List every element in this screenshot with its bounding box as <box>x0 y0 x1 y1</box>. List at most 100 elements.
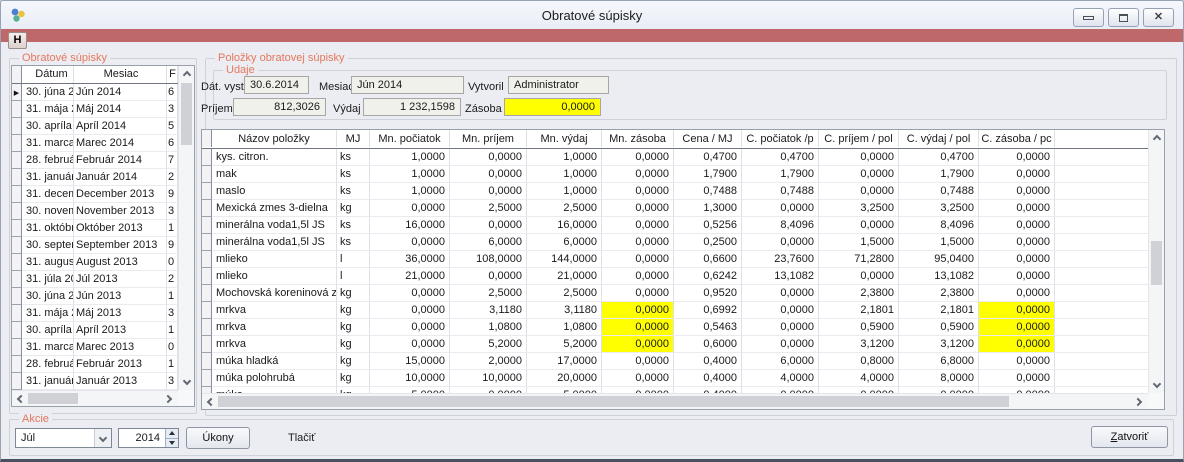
cell-prijem: 1 <box>167 288 178 305</box>
spinner-up-button[interactable] <box>165 429 178 439</box>
scrollbar-thumb[interactable] <box>181 83 192 145</box>
table-row[interactable]: 31. decembra 2013December 20139 <box>12 186 194 203</box>
table-row[interactable]: 30. apríla 2014Apríl 20145 <box>12 118 194 135</box>
month-select[interactable]: Júl <box>15 428 112 448</box>
table-row[interactable]: mrkvakg0,00001,08001,08000,00000,54630,0… <box>202 319 1164 336</box>
restore-button[interactable] <box>1108 8 1139 27</box>
row-selector <box>12 305 22 322</box>
column-header: C. počiatok /p <box>742 130 819 147</box>
chevron-left-icon <box>207 398 215 406</box>
table-cell: 1,0000 <box>370 149 450 166</box>
year-spinner[interactable]: 2014 <box>118 428 179 448</box>
cell-datum: 30. apríla 2013 <box>22 322 74 339</box>
scroll-up-button[interactable] <box>179 66 195 82</box>
cell-mesiac: Máj 2014 <box>74 101 167 118</box>
scroll-left-button[interactable] <box>202 394 218 410</box>
table-row[interactable]: 30. novembra 2013November 20133 <box>12 203 194 220</box>
table-row[interactable]: Mexická zmes 3-dielnakg0,00002,50002,500… <box>202 200 1164 217</box>
scroll-left-button[interactable] <box>12 391 28 407</box>
table-row[interactable]: mrkvakg0,00005,20005,20000,00000,60000,0… <box>202 336 1164 353</box>
table-row[interactable]: 30. apríla 2013Apríl 20131 <box>12 322 194 339</box>
table-cell: ks <box>337 217 370 234</box>
table-row[interactable]: múka polohrubákg10,000010,000020,00000,0… <box>202 370 1164 387</box>
table-row[interactable]: 31. októbra 2013Október 20131 <box>12 220 194 237</box>
table-cell: 3,1200 <box>819 336 899 353</box>
table-row[interactable]: 31. augusta 2013August 20130 <box>12 254 194 271</box>
table-cell: 1,0000 <box>527 149 602 166</box>
table-row[interactable]: mliekol21,00000,000021,00000,00000,62421… <box>202 268 1164 285</box>
akcie-group: Akcie <box>9 419 1174 456</box>
supisky-horizontal-scrollbar[interactable] <box>12 390 178 406</box>
table-row[interactable]: 31. marca 2013Marec 20130 <box>12 339 194 356</box>
table-row[interactable]: minerálna voda1,5l JSks0,00006,00006,000… <box>202 234 1164 251</box>
row-selector <box>12 152 22 169</box>
table-row[interactable]: mliekol36,0000108,0000144,00000,00000,66… <box>202 251 1164 268</box>
table-row[interactable]: masloks1,00000,00001,00000,00000,74880,7… <box>202 183 1164 200</box>
row-selector <box>12 135 22 152</box>
row-selector <box>12 203 22 220</box>
dat-vyst-field[interactable]: 30.6.2014 <box>244 76 309 94</box>
scroll-right-button[interactable] <box>1132 394 1148 410</box>
scroll-down-button[interactable] <box>179 374 195 390</box>
table-cell: 0,0000 <box>819 149 899 166</box>
table-row[interactable]: 28. februára 2013Február 20131 <box>12 356 194 373</box>
zasoba-field[interactable]: 0,0000 <box>504 98 601 116</box>
combo-dropdown-button[interactable] <box>94 429 111 447</box>
scroll-up-button[interactable] <box>1149 130 1165 146</box>
items-horizontal-scrollbar[interactable] <box>202 393 1148 409</box>
row-selector <box>202 200 212 217</box>
scrollbar-thumb[interactable] <box>218 396 1009 407</box>
cell-datum: 31. mája 2013 <box>22 305 74 322</box>
table-row[interactable]: kys. citron.ks1,00000,00001,00000,00000,… <box>202 149 1164 166</box>
table-row[interactable]: 31. mája 2014Máj 20143 <box>12 101 194 118</box>
cell-mesiac: Január 2014 <box>74 169 167 186</box>
scroll-right-button[interactable] <box>162 391 178 407</box>
current-row-marker: ▶ <box>14 90 19 97</box>
table-row[interactable]: 31. júla 2013Júl 20132 <box>12 271 194 288</box>
table-row[interactable]: 30. júna 2013Jún 20131 <box>12 288 194 305</box>
zatvorit-button[interactable]: Zatvoriť <box>1091 426 1168 448</box>
triangle-down-icon <box>169 441 175 445</box>
ukony-button[interactable]: Úkony <box>186 427 250 449</box>
table-row[interactable]: 31. mája 2013Máj 20133 <box>12 305 194 322</box>
table-cell: 0,0000 <box>742 234 819 251</box>
vytvoril-field[interactable]: Administrator <box>508 76 609 94</box>
table-row[interactable]: 30. septembra 2013September 20139 <box>12 237 194 254</box>
table-cell: 1,0000 <box>370 166 450 183</box>
table-row[interactable]: mrkvakg0,00003,11803,11800,00000,69920,0… <box>202 302 1164 319</box>
cell-mesiac: Január 2013 <box>74 373 167 390</box>
table-row[interactable]: 31. januára 2014Január 20142 <box>12 169 194 186</box>
mesiac-field[interactable]: Jún 2014 <box>351 76 464 94</box>
close-button[interactable]: ✕ <box>1143 8 1174 27</box>
table-cell: 36,0000 <box>370 251 450 268</box>
spinner-down-button[interactable] <box>165 439 178 448</box>
month-select-value: Júl <box>21 431 35 446</box>
table-row[interactable]: Mochovská koreninová zmeskg0,00002,50002… <box>202 285 1164 302</box>
table-row[interactable]: makks1,00000,00001,00000,00001,79001,790… <box>202 166 1164 183</box>
h-button[interactable]: H <box>8 32 27 49</box>
table-cell: 0,0000 <box>602 217 674 234</box>
table-row[interactable]: 28. februára 2014Február 20147 <box>12 152 194 169</box>
scroll-down-button[interactable] <box>1149 377 1165 393</box>
table-row[interactable]: 31. januára 2013Január 20133 <box>12 373 194 390</box>
items-vertical-scrollbar[interactable] <box>1148 130 1164 393</box>
chevron-right-icon <box>164 395 172 403</box>
table-row[interactable]: múka hladkákg15,00002,000017,00000,00000… <box>202 353 1164 370</box>
table-cell: mrkva <box>212 336 337 353</box>
table-cell: 0,0000 <box>370 234 450 251</box>
table-row[interactable]: ▶30. júna 2014Jún 20146 <box>12 84 194 101</box>
table-row[interactable]: 31. marca 2014Marec 20146 <box>12 135 194 152</box>
table-cell: 0,0000 <box>370 302 450 319</box>
table-row[interactable]: minerálna voda1,5l JSks16,00000,000016,0… <box>202 217 1164 234</box>
vydaj-field[interactable]: 1 232,1598 <box>363 98 461 116</box>
row-selector <box>202 319 212 336</box>
supisky-vertical-scrollbar[interactable] <box>178 66 194 390</box>
tlacit-label[interactable]: Tlačiť <box>288 432 315 444</box>
row-selector <box>202 336 212 353</box>
prijem-field[interactable]: 812,3026 <box>233 98 326 116</box>
table-cell: 0,0000 <box>979 166 1055 183</box>
scrollbar-thumb[interactable] <box>1151 241 1162 285</box>
table-cell: 3,2500 <box>899 200 979 217</box>
scrollbar-thumb[interactable] <box>28 393 78 404</box>
minimize-button[interactable] <box>1073 8 1104 27</box>
